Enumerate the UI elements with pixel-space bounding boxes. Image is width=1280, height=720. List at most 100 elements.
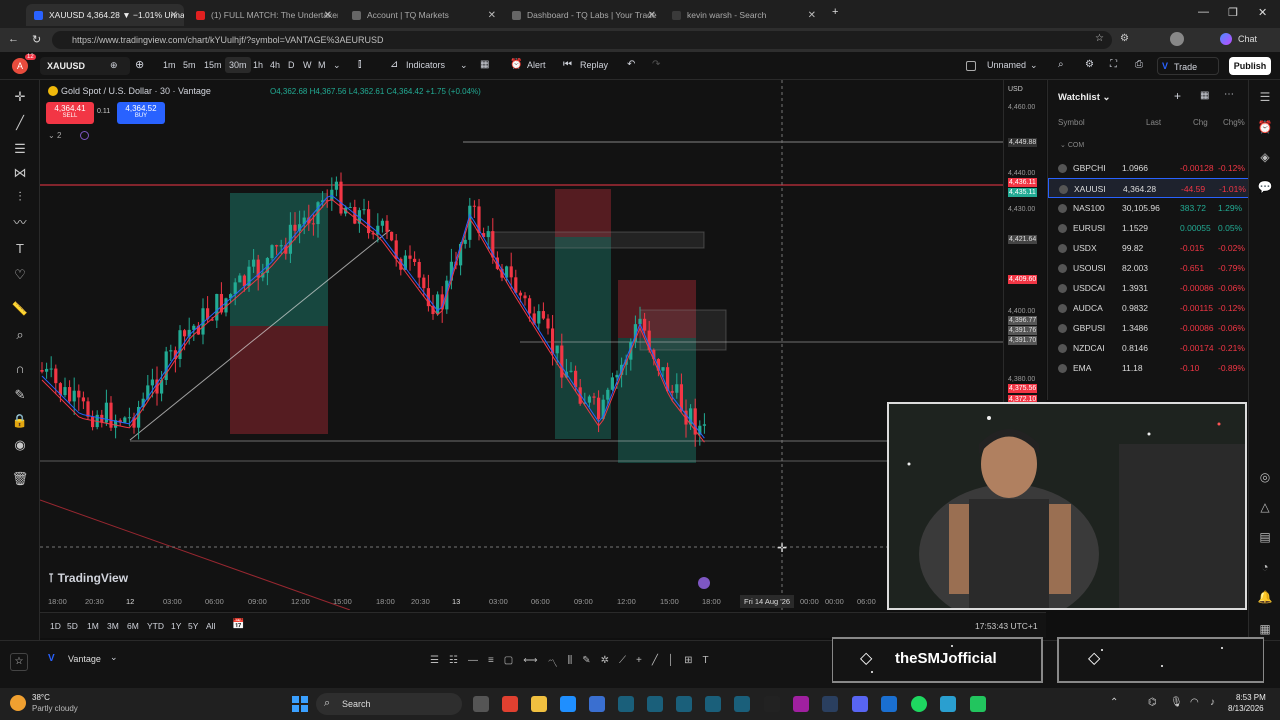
bars-icon[interactable]: ⫼ [568,655,573,671]
interval-15m[interactable]: 15m [204,60,222,70]
interval-w[interactable]: W [303,60,312,70]
column-header-symbol[interactable]: Symbol [1058,118,1085,127]
range-6m[interactable]: 6M [127,621,139,631]
short-position-loss-zone[interactable] [555,189,611,237]
brush-icon[interactable]: ⟋ [619,655,626,671]
broadcast-icon[interactable]: ◔ [1257,560,1273,576]
interval-4h[interactable]: 4h [270,60,280,70]
interval-30m[interactable]: 30m [225,57,251,73]
replay-icon[interactable]: ⏮ [563,59,572,70]
interval-d[interactable]: D [288,60,295,70]
text-icon[interactable]: T [11,240,29,258]
line-icon[interactable]: ― [468,655,478,671]
slash-icon[interactable]: ╱ [652,655,658,671]
list-icon[interactable]: ☷ [449,655,458,671]
column-header-chgp[interactable]: Chg% [1223,118,1245,127]
next-app-icon[interactable] [793,696,809,712]
discord-icon[interactable] [852,696,868,712]
compare-add-icon[interactable]: ⊕ [135,58,144,71]
lock-icon[interactable]: 🔒 [11,412,29,430]
new-tab-button[interactable]: + [832,6,838,18]
watchlist-row[interactable]: GBPUSI 1.3486 -0.00086 -0.06% [1048,318,1249,338]
heart-icon[interactable]: ♡ [11,266,29,284]
column-header-chg[interactable]: Chg [1193,118,1208,127]
range-5d[interactable]: 5D [67,621,78,631]
extensions-icon[interactable]: ⚙ [1120,33,1129,44]
symbol-info-icon[interactable]: ⊕ [110,60,118,71]
watchlist-row[interactable]: EURUSI 1.1529 0.00055 0.05% [1048,218,1249,238]
app-v-icon[interactable] [676,696,692,712]
magnet-icon[interactable]: ∩ [11,360,29,378]
chevron-down-icon[interactable]: ⌄ [460,60,468,71]
watchlist-row[interactable]: EMA 11.18 -0.10 -0.89% [1048,358,1249,378]
watchlist-section[interactable]: ⌄ COM [1060,141,1084,149]
tray-chevron-icon[interactable]: ⌃ [1110,697,1118,708]
app-v-icon[interactable] [734,696,750,712]
watchlist-row[interactable]: USDCAI 1.3931 -0.00086 -0.06% [1048,278,1249,298]
pen-icon[interactable]: ✎ [582,655,590,671]
zoom-icon[interactable]: ⌕ [11,326,29,344]
chart-drawing[interactable] [40,80,1003,610]
pyramid-icon[interactable]: △ [1257,500,1273,516]
sell-button[interactable]: 4,364.41 SELL [46,102,94,124]
brush-icon[interactable]: 〰 [11,214,29,232]
close-icon[interactable]: ✕ [170,10,178,21]
horizontal-lines-icon[interactable]: ☰ [11,140,29,158]
align-icon[interactable]: ☰ [430,655,439,671]
watchlist-row[interactable]: USDX 99.82 -0.015 -0.02% [1048,238,1249,258]
network-icon[interactable]: ✲ [601,655,609,671]
buy-button[interactable]: 4,364.52 BUY [117,102,165,124]
close-icon[interactable]: ✕ [648,10,656,21]
time-axis[interactable]: 18:00 20:30 12 03:00 06:00 09:00 12:00 1… [40,594,1003,610]
copilot-icon[interactable] [1220,33,1232,45]
stack-icon[interactable]: ≡ [488,655,494,671]
watchlist-row[interactable]: GBPCHI 1.0966 -0.00128 -0.12% [1048,158,1249,178]
browser-tab-youtube[interactable]: (1) FULL MATCH: The Undertaker ✕ [188,4,338,26]
telegram-icon[interactable] [940,696,956,712]
clock-date[interactable]: 8/13/2026 [1228,704,1264,713]
undo-icon[interactable]: ↶ [627,59,635,70]
reload-icon[interactable]: ↻ [32,33,41,46]
range-1m[interactable]: 1M [87,621,99,631]
watchlist-row[interactable]: XAUUSI 4,364.28 -44.59 -1.01% [1048,178,1249,198]
wifi-icon[interactable]: ◠ [1190,697,1199,708]
layout-icon[interactable]: ▦ [1200,90,1209,101]
trade-button[interactable]: V Trade [1157,57,1219,75]
add-symbol-icon[interactable]: + [1174,89,1181,103]
chevron-down-icon[interactable]: ⌄ [1030,60,1038,71]
favorite-star-icon[interactable]: ☆ [10,653,28,671]
watchlist-icon[interactable]: ☰ [1257,90,1273,106]
layout-checkbox-icon[interactable] [966,61,976,71]
network-icon[interactable]: ⌬ [1148,697,1157,708]
close-icon[interactable]: ✕ [324,10,332,21]
watchlist-title[interactable]: Watchlist ⌄ [1058,92,1110,103]
back-arrow-icon[interactable]: ← [8,33,19,45]
alert-clock-icon[interactable]: ⏰ [510,59,522,70]
demand-zone-rect[interactable] [639,309,727,351]
target-icon[interactable]: ◎ [1257,470,1273,486]
alert-button[interactable]: Alert [527,60,546,70]
symbol-search[interactable]: XAUUSD ⊕ [40,57,130,75]
interval-1h[interactable]: 1h [253,60,263,70]
taskbar-search[interactable]: ⌕ Search [316,693,462,715]
search-icon[interactable]: ⌕ [1058,59,1064,70]
date-range-icon[interactable]: 📅 [232,619,244,630]
frame-icon[interactable]: ▢ [504,655,513,671]
calendar-icon[interactable]: ▤ [1257,530,1273,546]
range-3m[interactable]: 3M [107,621,119,631]
browser-tab-search[interactable]: kevin warsh - Search ✕ [664,4,822,26]
indicator-toggle[interactable]: ⌄ 2 [48,131,61,140]
watchlist-row[interactable]: NZDCAI 0.8146 -0.00174 -0.21% [1048,338,1249,358]
indicators-button[interactable]: Indicators [406,60,445,70]
bookmark-star-icon[interactable]: ☆ [1095,33,1104,44]
weather-icon[interactable] [10,695,26,711]
app-v-icon[interactable] [705,696,721,712]
interval-1m[interactable]: 1m [163,60,176,70]
window-close-button[interactable]: ✕ [1258,6,1267,19]
utc-clock[interactable]: 17:53:43 UTC+1 [975,621,1038,631]
zigzag-icon[interactable]: 〽 [548,655,558,671]
edge-icon[interactable] [560,696,576,712]
pencil-lock-icon[interactable]: ✎ [11,386,29,404]
more-icon[interactable]: ⋯ [1224,89,1234,100]
trash-icon[interactable]: 🗑 [11,470,29,488]
